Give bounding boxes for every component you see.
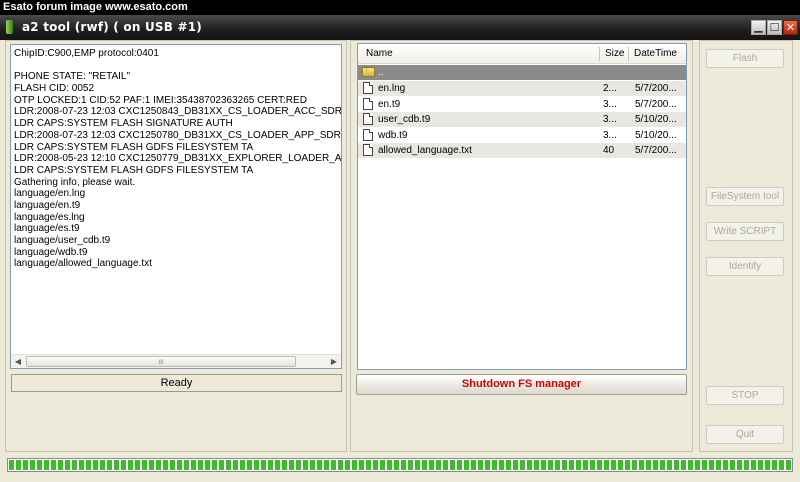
window-title: a2 tool (rwf) ( on USB #1) [22,20,202,34]
file-datetime: 5/10/20... [635,129,677,141]
progress-bar [7,458,793,472]
file-icon [363,97,373,110]
column-separator[interactable] [599,47,600,61]
column-header-datetime[interactable]: DateTime [634,44,677,63]
file-icon [363,144,373,156]
filesystem-tool-button[interactable]: FileSystem tool [706,187,784,206]
status-text: Ready [160,377,193,389]
file-name: en.t9 [378,98,401,110]
minimize-icon: ▁ [754,20,763,33]
file-name: allowed_language.txt [378,145,472,156]
status-bar: Ready [11,374,342,392]
identify-button[interactable]: Identify [706,257,784,276]
file-size: 40 [603,145,615,156]
log-line: FLASH CID: 0052 [14,83,95,95]
file-datetime: 5/7/200... [635,98,677,110]
log-line: language/wdb.t9 [14,246,88,258]
column-header-name[interactable]: Name [366,44,393,63]
log-line: LDR CAPS:SYSTEM FLASH GDFS FILESYSTEM TA [14,164,254,176]
log-line: Gathering info, please wait. [14,176,136,188]
file-size: 3... [603,114,617,125]
file-datetime: 5/7/200... [635,145,677,156]
log-line: language/es.t9 [14,223,80,235]
file-row-parent[interactable]: ↑ .. [358,65,686,80]
file-datetime: 5/10/20... [635,114,677,125]
folder-up-icon: ↑ [362,65,375,77]
file-list[interactable]: Name Size DateTime ↑ .. en.lng 2... 5/7/20… [357,43,687,370]
file-icon [363,113,373,125]
file-size: 2... [603,83,617,94]
log-line: LDR:2008-07-23 12:03 CXC1250780_DB31XX_C… [14,129,342,141]
log-line: LDR CAPS:SYSTEM FLASH SIGNATURE AUTH [14,118,233,130]
log-line: ChipID:C900,EMP protocol:0401 [14,48,159,59]
log-line: LDR:2008-07-23 12:03 CXC1250843_DB31XX_C… [14,106,342,118]
app-icon [6,20,13,34]
file-icon [363,128,373,141]
file-name: wdb.t9 [378,129,408,141]
file-row[interactable]: user_cdb.t9 3... 5/10/20... [358,112,686,127]
log-line: language/en.lng [14,188,86,200]
log-line: LDR:2008-05-23 12:10 CXC1250779_DB31XX_E… [14,153,342,165]
file-size: 3... [603,129,617,141]
column-header-size[interactable]: Size [605,44,624,63]
file-datetime: 5/7/200... [635,83,677,94]
file-name: user_cdb.t9 [378,114,431,125]
minimize-button[interactable]: ▁ [751,20,766,35]
file-row[interactable]: allowed_language.txt 40 5/7/200... [358,143,686,158]
scroll-left-icon[interactable]: ◀ [12,356,24,367]
file-row[interactable]: en.t9 3... 5/7/200... [358,97,686,112]
stop-button[interactable]: STOP [706,386,784,405]
shutdown-fs-manager-button[interactable]: Shutdown FS manager [356,374,687,395]
column-separator[interactable] [628,47,629,61]
log-line: language/user_cdb.t9 [14,235,111,246]
quit-button[interactable]: Quit [706,425,784,444]
parent-dir-label: .. [378,67,384,78]
file-name: en.lng [378,83,406,94]
file-row[interactable]: wdb.t9 3... 5/10/20... [358,128,686,143]
banner-text: Esato forum image www.esato.com [3,1,188,13]
flash-button[interactable]: Flash [706,49,784,68]
log-horizontal-scrollbar[interactable]: ◀ III ▶ [11,354,341,368]
file-row[interactable]: en.lng 2... 5/7/200... [358,81,686,96]
log-line: PHONE STATE: "RETAIL" [14,71,131,83]
title-bar[interactable]: a2 tool (rwf) ( on USB #1) ▁ ☐ ✕ [0,15,800,40]
file-icon [363,82,373,94]
write-script-button[interactable]: Write SCRIPT [706,222,784,241]
scroll-thumb[interactable]: III [26,356,296,367]
maximize-button[interactable]: ☐ [767,20,782,35]
file-size: 3... [603,98,617,110]
log-textarea[interactable]: ChipID:C900,EMP protocol:0401 PHONE STATE… [10,44,342,369]
scroll-right-icon[interactable]: ▶ [328,356,340,367]
progress-fill [9,460,791,470]
forum-banner: Esato forum image www.esato.com [0,0,800,15]
close-button[interactable]: ✕ [783,20,798,35]
log-line: OTP LOCKED:1 CID:52 PAF:1 IMEI:354387023… [14,94,307,106]
log-line: language/es.lng [14,211,85,223]
scroll-grip: III [158,359,164,366]
log-line: language/allowed_language.txt [14,258,152,270]
log-line: LDR CAPS:SYSTEM FLASH GDFS FILESYSTEM TA [14,141,254,153]
log-lines: ChipID:C900,EMP protocol:0401 PHONE STATE… [14,48,341,270]
close-icon: ✕ [785,21,796,34]
log-line: language/en.t9 [14,199,81,211]
file-list-header: Name Size DateTime [358,44,686,64]
maximize-icon: ☐ [769,21,780,34]
